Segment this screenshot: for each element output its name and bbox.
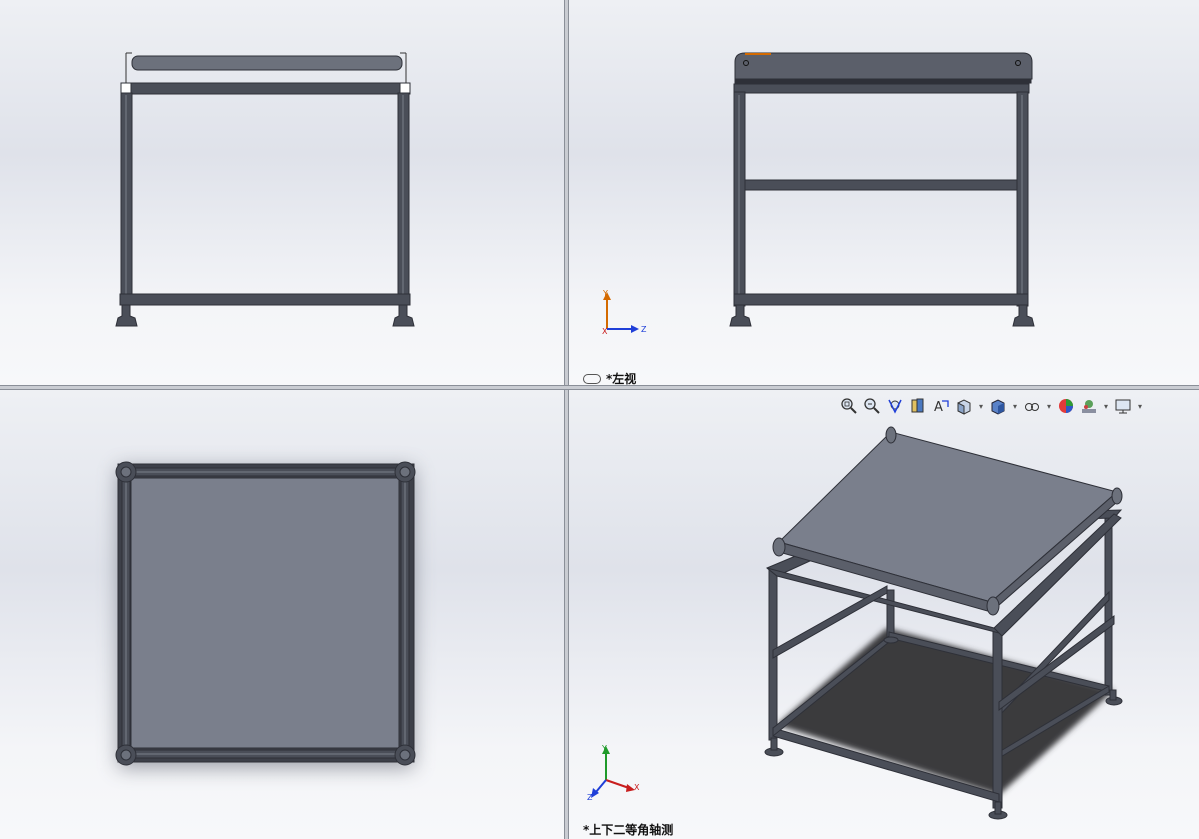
viewport-front[interactable] — [0, 0, 564, 385]
left-foot — [115, 304, 138, 327]
viewport-isometric[interactable]: A ▾ ▾ ▾ ▾ ▾ Y X Z *上下二等角轴测 — [569, 390, 1199, 839]
view-name-label[interactable]: *左视 — [583, 370, 636, 385]
conveyor-surface — [130, 477, 400, 749]
conveyor-roller — [131, 55, 403, 71]
view-name-label[interactable]: *上下二等角轴测 — [583, 821, 673, 838]
isometric-view-model: Y X Z — [587, 426, 1123, 820]
link-views-icon[interactable] — [583, 373, 601, 384]
viewport-left-view[interactable]: Y Z X *左视 — [569, 0, 1199, 385]
axis-triad: Y Z X — [602, 289, 647, 336]
viewport-top-view[interactable] — [0, 390, 564, 839]
triad-y-label: Y — [602, 289, 608, 298]
bottom-beam — [119, 293, 411, 306]
top-beam — [120, 82, 411, 95]
triad-x-label: X — [634, 783, 640, 792]
triad-x-label: X — [602, 327, 608, 336]
left-view-model: Y Z X — [602, 52, 1035, 336]
front-view-model — [115, 52, 415, 327]
view-name-text: *左视 — [606, 372, 637, 385]
top-view-model — [115, 461, 416, 768]
triad-y-label: Y — [601, 744, 607, 753]
floor-shadow — [777, 628, 1114, 795]
top-plate — [734, 52, 1033, 80]
view-name-text: *上下二等角轴测 — [583, 823, 674, 837]
front-right-leg — [992, 627, 1003, 809]
right-foot — [392, 304, 415, 327]
triad-z-label: Z — [641, 325, 647, 334]
triad-z-label: Z — [587, 793, 593, 802]
conveyor-belt-surface — [778, 431, 1119, 603]
axis-triad: Y X Z — [587, 744, 640, 802]
